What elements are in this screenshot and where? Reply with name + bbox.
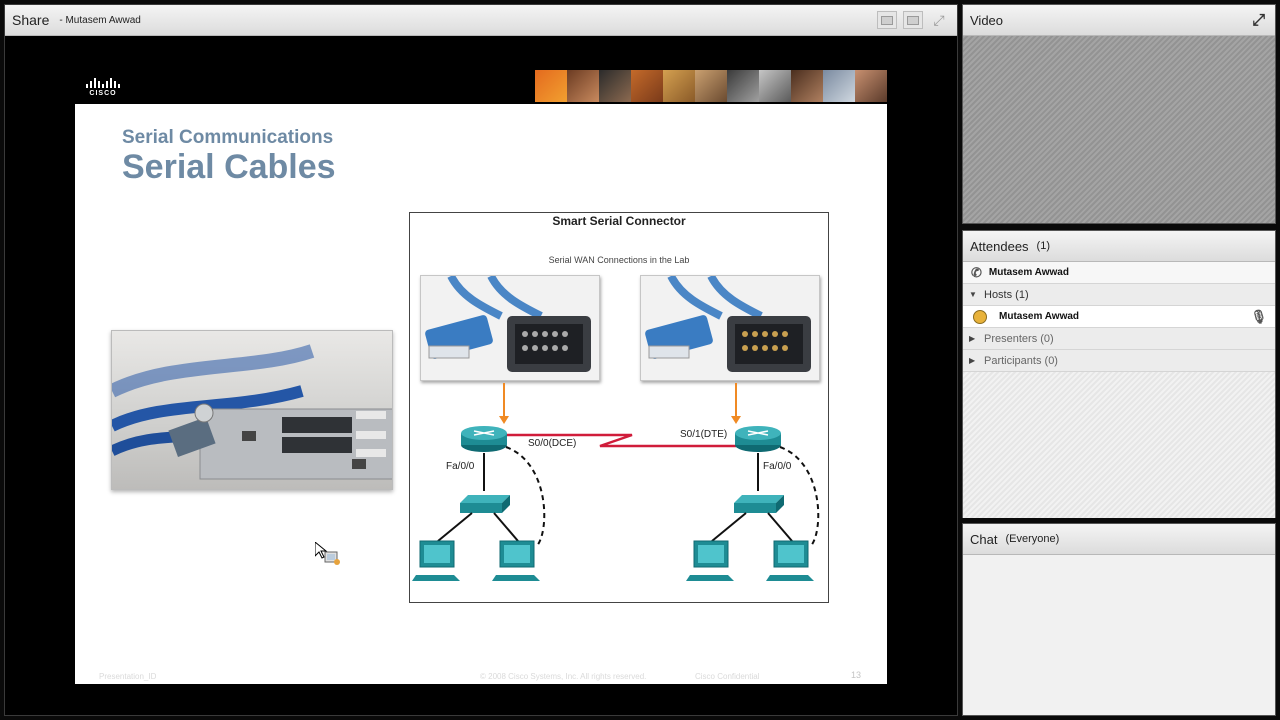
chat-scope[interactable]: (Everyone) [1005, 533, 1059, 545]
expand-icon[interactable]: ⤢ [1252, 12, 1265, 30]
slide-subtitle: Serial Communications [122, 127, 334, 148]
host-user-icon [973, 309, 987, 324]
attendees-count: (1) [1036, 240, 1050, 252]
presentation-slide: Serial Communications Serial Cables Smar… [75, 104, 887, 684]
pc-icon [492, 540, 540, 581]
layout-fit-icon [907, 15, 919, 25]
smart-serial-diagram: Smart Serial Connector Serial WAN Connec… [409, 212, 829, 603]
arrow-right-head [731, 416, 741, 424]
slide-title: Serial Cables [122, 148, 336, 186]
video-area [963, 36, 1275, 223]
shared-screen-stage: CISCO Serial Communications Serial Cable… [5, 37, 957, 715]
people-photo-strip [535, 70, 887, 102]
presenters-group-toggle[interactable]: ▶ Presenters (0) [963, 328, 1275, 350]
slide-page-number: 13 [850, 670, 861, 680]
pc-icon [686, 540, 734, 581]
chat-messages-area [963, 555, 1275, 715]
cisco-logo-text: CISCO [89, 90, 117, 97]
attendees-panel: Attendees (1) ✆ Mutasem Awwad ▼ Hosts (1… [962, 230, 1276, 518]
participants-label: Participants (0) [984, 354, 1058, 367]
router-right-icon [735, 426, 781, 452]
participants-group-toggle[interactable]: ▶ Participants (0) [963, 350, 1275, 372]
video-header: Video ⤢ [963, 5, 1275, 36]
host-name: Mutasem Awwad [999, 311, 1080, 322]
layout-single-icon [881, 15, 893, 25]
self-attendee-name: Mutasem Awwad [988, 267, 1069, 278]
fullscreen-button[interactable]: ⤢ [929, 11, 949, 29]
self-attendee-row[interactable]: ✆ Mutasem Awwad [963, 262, 1275, 284]
presenters-label: Presenters (0) [984, 332, 1054, 345]
attendees-title: Attendees [970, 238, 1029, 254]
chat-header: Chat (Everyone) [963, 524, 1275, 555]
collapsed-triangle-icon: ▶ [969, 356, 976, 365]
share-controls: ⤢ [877, 11, 949, 29]
router-left-icon [461, 426, 507, 452]
host-attendee-row[interactable]: Mutasem Awwad 🎙 [963, 306, 1275, 328]
share-panel: Share - Mutasem Awwad ⤢ CISCO Serial Com… [4, 4, 958, 716]
switch-right-icon [734, 495, 784, 513]
pc-icon [412, 540, 460, 581]
slide-top-banner: CISCO [75, 70, 887, 104]
pointer-cursor-icon [314, 540, 341, 571]
chat-panel: Chat (Everyone) [962, 523, 1276, 716]
right-serial-port-label: S0/1(DTE) [680, 429, 728, 440]
footer-copyright: © 2008 Cisco Systems, Inc. All rights re… [480, 672, 647, 681]
hosts-group-toggle[interactable]: ▼ Hosts (1) [963, 284, 1275, 306]
serial-cable-illustration [112, 344, 392, 480]
collapsed-triangle-icon: ▶ [969, 334, 976, 343]
right-lan-port-label: Fa/0/0 [763, 461, 792, 472]
chat-title: Chat [970, 531, 998, 547]
cisco-logo: CISCO [85, 78, 121, 100]
console-cable-left [505, 446, 546, 548]
share-title: Share [12, 12, 50, 28]
meeting-app: Share - Mutasem Awwad ⤢ CISCO Serial Com… [0, 0, 1280, 720]
phone-icon: ✆ [971, 264, 982, 280]
attendees-empty-area [963, 372, 1275, 518]
arrow-left-head [499, 416, 509, 424]
left-serial-port-label: S0/0(DCE) [528, 438, 577, 449]
left-lan-port-label: Fa/0/0 [446, 461, 475, 472]
video-panel: Video ⤢ [962, 4, 1276, 224]
video-title: Video [970, 12, 1004, 28]
layout-single-button[interactable] [877, 11, 897, 29]
hosts-label: Hosts (1) [984, 288, 1029, 301]
share-header: Share - Mutasem Awwad ⤢ [5, 5, 957, 36]
serial-cable-photo [111, 330, 393, 490]
share-presenter-name: - Mutasem Awwad [59, 14, 141, 26]
network-topology [412, 383, 820, 581]
fullscreen-icon: ⤢ [933, 11, 945, 28]
footer-presentation-id: Presentation_ID [99, 672, 157, 681]
footer-confidential: Cisco Confidential [695, 672, 760, 681]
expanded-triangle-icon: ▼ [969, 290, 977, 299]
cisco-logo-bars [85, 78, 121, 88]
switch-left-icon [460, 495, 510, 513]
layout-fit-button[interactable] [903, 11, 923, 29]
attendees-header: Attendees (1) [963, 231, 1275, 262]
microphone-icon[interactable]: 🎙 [1250, 309, 1267, 325]
pc-icon [766, 540, 814, 581]
